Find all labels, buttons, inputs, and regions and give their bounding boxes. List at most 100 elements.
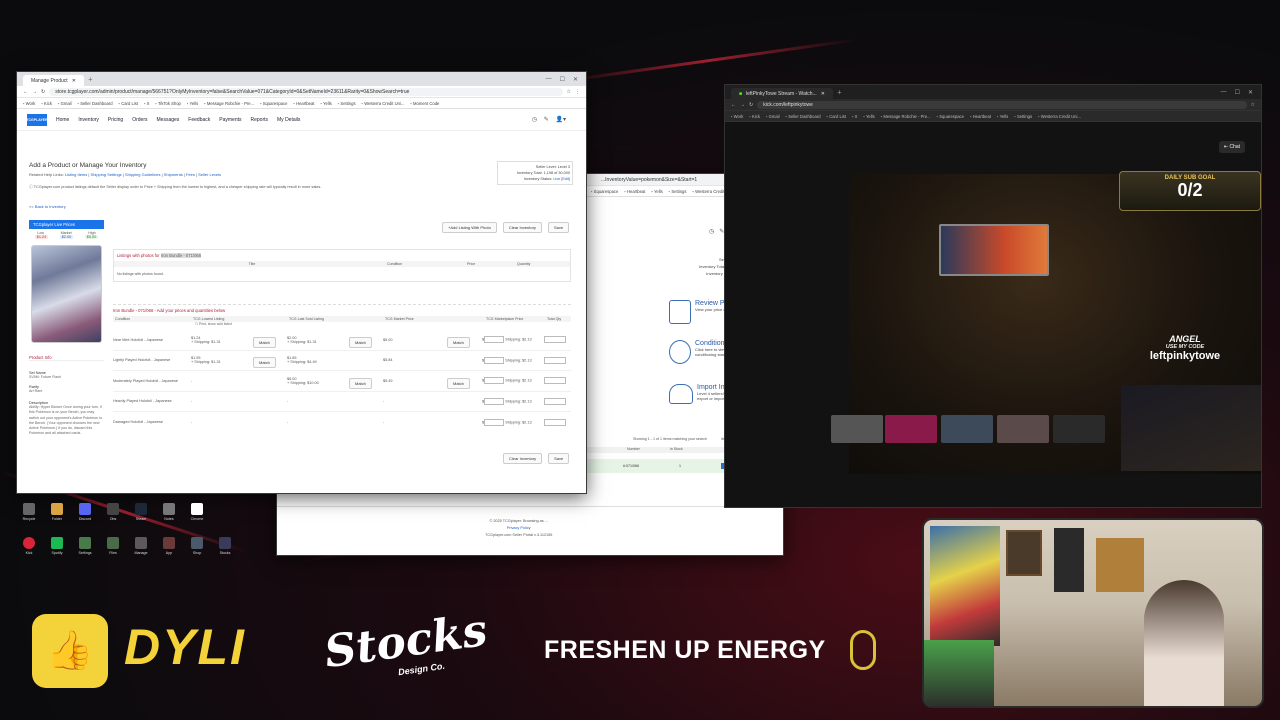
- url-field[interactable]: store.tcgplayer.com/admin/product/manage…: [49, 87, 563, 96]
- desktop-icon[interactable]: Obs: [100, 503, 126, 521]
- qty-input[interactable]: [544, 356, 566, 364]
- maximize-icon[interactable]: ☐: [1235, 89, 1240, 96]
- participant-avatar[interactable]: [885, 415, 937, 443]
- price-input[interactable]: [484, 377, 505, 385]
- desktop-icon[interactable]: Discord: [72, 503, 98, 521]
- bookmark[interactable]: Settings: [1014, 114, 1032, 119]
- bookmark[interactable]: Moment Code: [410, 101, 439, 106]
- bookmark[interactable]: Yells: [997, 114, 1009, 119]
- forward-arrow-icon[interactable]: →: [740, 102, 745, 108]
- qty-input[interactable]: [544, 336, 566, 344]
- bookmark[interactable]: Work: [731, 114, 744, 119]
- bookmark[interactable]: Heartbeat: [293, 101, 314, 106]
- bookmark[interactable]: Squarespace: [260, 101, 288, 106]
- participant-avatar[interactable]: [831, 415, 883, 443]
- star-icon[interactable]: ☆: [1251, 102, 1255, 108]
- bookmark[interactable]: Gmail: [766, 114, 780, 119]
- menu-icon[interactable]: ⋮: [575, 89, 580, 95]
- minimize-icon[interactable]: —: [546, 76, 552, 83]
- help-link[interactable]: Shipments: [164, 172, 183, 177]
- help-link[interactable]: Shipping Settings: [91, 172, 122, 177]
- match-button[interactable]: Match: [349, 336, 372, 348]
- bookmark[interactable]: Work: [23, 101, 36, 106]
- price-input[interactable]: [484, 397, 505, 405]
- close-icon[interactable]: ✕: [821, 91, 825, 97]
- desktop-icon[interactable]: Steam: [128, 503, 154, 521]
- help-link[interactable]: Shipping Guidelines: [125, 172, 161, 177]
- match-button[interactable]: Match: [349, 377, 372, 389]
- new-tab-icon[interactable]: ＋: [88, 76, 93, 83]
- bookmark[interactable]: Squarespace: [591, 189, 619, 194]
- nav-feedback[interactable]: Feedback: [188, 117, 210, 123]
- bookmark[interactable]: Message Robchie - Pre...: [881, 114, 930, 119]
- kick-window[interactable]: ■ leftPinkyTowe Stream - Watch... ✕ ＋ — ☐ ✕ …: [724, 84, 1262, 508]
- close-window-icon[interactable]: ✕: [573, 76, 578, 83]
- close-window-icon[interactable]: ✕: [1248, 89, 1253, 96]
- nav-orders[interactable]: Orders: [132, 117, 147, 123]
- bookmark[interactable]: Kick: [749, 114, 760, 119]
- match-button[interactable]: Match: [447, 377, 470, 389]
- chat-toggle-button[interactable]: ⇤ Chat: [1218, 141, 1245, 153]
- bookmark[interactable]: X: [852, 114, 858, 119]
- back-arrow-icon[interactable]: ←: [731, 102, 736, 108]
- bookmark[interactable]: Westerra Credit Uni...: [1038, 114, 1081, 119]
- star-icon[interactable]: ☆: [567, 89, 571, 95]
- back-arrow-icon[interactable]: ←: [23, 89, 28, 95]
- participant-avatar[interactable]: [1053, 415, 1105, 443]
- bookmark[interactable]: Gmail: [58, 101, 72, 106]
- bookmark[interactable]: Card List: [827, 114, 846, 119]
- qty-input[interactable]: [544, 418, 566, 426]
- bookmark[interactable]: Westerra Credit Uni...: [362, 101, 404, 106]
- desktop-icon[interactable]: Notes: [156, 503, 182, 521]
- bookmark[interactable]: Message Robchie - Pre...: [204, 101, 254, 106]
- desktop-icon[interactable]: Files: [100, 537, 126, 555]
- bookmark[interactable]: Yells: [320, 101, 332, 106]
- price-input[interactable]: [484, 356, 505, 364]
- inventory-status-value[interactable]: Live [Edit]: [553, 177, 570, 181]
- desktop-icon[interactable]: Settings: [72, 537, 98, 555]
- bookmark[interactable]: Settings: [338, 101, 355, 106]
- nav-reports[interactable]: Reports: [251, 117, 269, 123]
- desktop-icon[interactable]: Chrome: [184, 503, 210, 521]
- tab-manage-product[interactable]: Manage Product ✕: [23, 75, 84, 86]
- match-button[interactable]: Match: [253, 357, 276, 369]
- bookmark[interactable]: Yells: [863, 114, 875, 119]
- bookmark[interactable]: Heartbeat: [624, 189, 645, 194]
- qty-input[interactable]: [544, 397, 566, 405]
- bookmark[interactable]: X: [144, 101, 150, 106]
- reload-icon[interactable]: ↻: [749, 102, 753, 108]
- save-button[interactable]: Save: [548, 453, 570, 464]
- desktop-icon[interactable]: Shop: [184, 537, 210, 555]
- forward-arrow-icon[interactable]: →: [32, 89, 37, 95]
- help-link[interactable]: Listing Items: [65, 172, 87, 177]
- bookmark[interactable]: Yells: [187, 101, 198, 106]
- nav-messages[interactable]: Messages: [157, 117, 180, 123]
- bookmark[interactable]: Seller Dashboard: [78, 101, 112, 106]
- match-button[interactable]: Match: [253, 336, 276, 348]
- participant-avatar[interactable]: [941, 415, 993, 443]
- clear-inventory-button[interactable]: Clear Inventory: [503, 453, 543, 464]
- bookmark[interactable]: Card List: [119, 101, 138, 106]
- nav-payments[interactable]: Payments: [219, 117, 241, 123]
- desktop-icon[interactable]: Spotify: [44, 537, 70, 555]
- desktop-icon[interactable]: Manage: [128, 537, 154, 555]
- desktop-icon[interactable]: App: [156, 537, 182, 555]
- kick-tab[interactable]: ■ leftPinkyTowe Stream - Watch... ✕: [731, 88, 833, 99]
- match-button[interactable]: Match: [447, 336, 470, 348]
- kick-url[interactable]: kick.com/leftpinkytowe: [757, 100, 1247, 109]
- help-link[interactable]: Fees: [186, 172, 195, 177]
- desktop-icon[interactable]: Kick: [16, 537, 42, 555]
- minimize-icon[interactable]: —: [1221, 89, 1227, 96]
- clear-inventory-button[interactable]: Clear Inventory: [502, 222, 542, 233]
- qty-input[interactable]: [544, 377, 566, 385]
- add-listing-photo-button[interactable]: +Add Listing With Photo: [442, 222, 497, 233]
- print-note[interactable]: ☐ Print, show sold listed: [113, 322, 571, 330]
- bookmark[interactable]: Kick: [41, 101, 52, 106]
- bookmark[interactable]: Settings: [669, 189, 686, 194]
- bookmark[interactable]: Heartbeat: [970, 114, 991, 119]
- nav-home[interactable]: Home: [56, 117, 69, 123]
- nav-inventory[interactable]: Inventory: [78, 117, 99, 123]
- price-input[interactable]: [484, 336, 505, 344]
- tcgplayer-logo[interactable]: TCGPLAYER: [26, 113, 48, 126]
- privacy-link[interactable]: Privacy Policy: [485, 525, 552, 532]
